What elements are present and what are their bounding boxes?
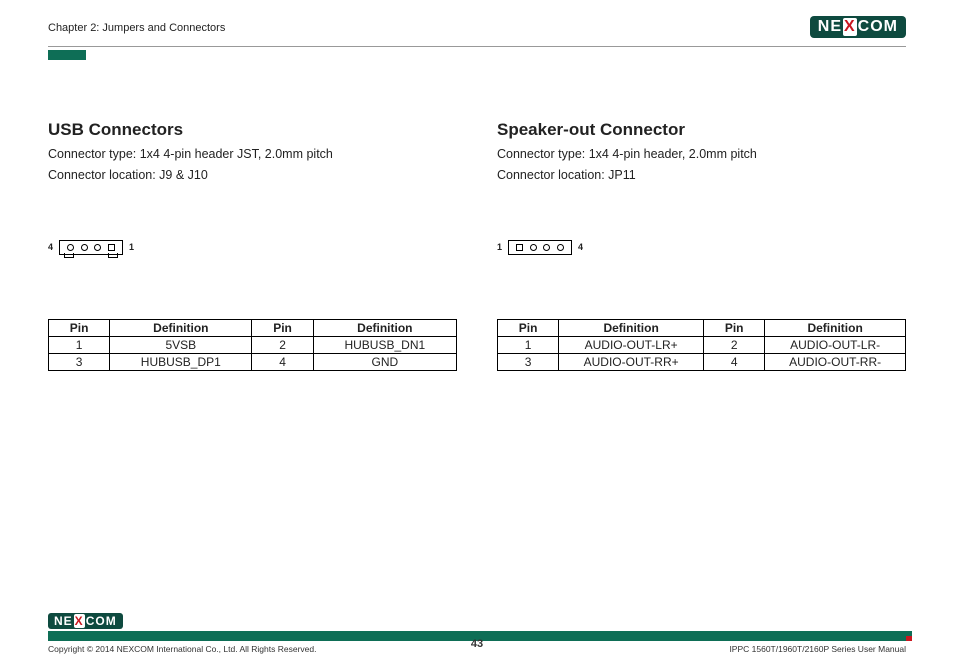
connector-box-icon xyxy=(508,240,572,255)
pin-icon xyxy=(530,244,537,251)
section-title: USB Connectors xyxy=(48,120,457,140)
th-pin: Pin xyxy=(252,319,313,336)
connector-box-icon xyxy=(59,240,123,255)
connector-type: Connector type: 1x4 4-pin header, 2.0mm … xyxy=(497,146,906,163)
table-row: 1 AUDIO-OUT-LR+ 2 AUDIO-OUT-LR- xyxy=(498,336,906,353)
th-def: Definition xyxy=(313,319,456,336)
cell: 1 xyxy=(498,336,559,353)
page-footer: NE X COM Copyright © 2014 NEXCOM Interna… xyxy=(48,613,906,654)
cell: 4 xyxy=(704,353,765,370)
pin-icon xyxy=(94,244,101,251)
pin-icon xyxy=(108,244,115,251)
header-accent-bar xyxy=(48,50,86,60)
cell: 3 xyxy=(498,353,559,370)
logo-text-right: COM xyxy=(86,614,117,628)
connector-diagram: 1 4 xyxy=(497,240,906,255)
cell: HUBUSB_DP1 xyxy=(110,353,252,370)
pin-definition-table: Pin Definition Pin Definition 1 AUDIO-OU… xyxy=(497,319,906,371)
cell: AUDIO-OUT-RR+ xyxy=(559,353,704,370)
table-header-row: Pin Definition Pin Definition xyxy=(49,319,457,336)
pin-icon xyxy=(67,244,74,251)
table-row: 3 AUDIO-OUT-RR+ 4 AUDIO-OUT-RR- xyxy=(498,353,906,370)
cell: AUDIO-OUT-LR+ xyxy=(559,336,704,353)
speaker-out-section: Speaker-out Connector Connector type: 1x… xyxy=(497,120,906,371)
logo-text-x: X xyxy=(74,614,85,628)
pin-label-left: 4 xyxy=(48,242,53,252)
table-row: 3 HUBUSB_DP1 4 GND xyxy=(49,353,457,370)
content-columns: USB Connectors Connector type: 1x4 4-pin… xyxy=(48,120,906,371)
page-number: 43 xyxy=(471,638,483,650)
section-title: Speaker-out Connector xyxy=(497,120,906,140)
th-def: Definition xyxy=(559,319,704,336)
pin-label-right: 1 xyxy=(129,242,134,252)
pin-icon xyxy=(557,244,564,251)
th-pin: Pin xyxy=(49,319,110,336)
connector-location: Connector location: J9 & J10 xyxy=(48,167,457,184)
cell: GND xyxy=(313,353,456,370)
logo-text-right: COM xyxy=(858,18,898,36)
logo-text-x: X xyxy=(843,18,857,36)
th-def: Definition xyxy=(110,319,252,336)
th-def: Definition xyxy=(765,319,906,336)
pin-label-right: 4 xyxy=(578,242,583,252)
th-pin: Pin xyxy=(704,319,765,336)
connector-location: Connector location: JP11 xyxy=(497,167,906,184)
pin-icon xyxy=(81,244,88,251)
cell: 1 xyxy=(49,336,110,353)
header-rule xyxy=(48,46,906,47)
cell: 2 xyxy=(252,336,313,353)
manual-title: IPPC 1560T/1960T/2160P Series User Manua… xyxy=(729,644,906,654)
cell: 5VSB xyxy=(110,336,252,353)
cell: 4 xyxy=(252,353,313,370)
cell: 2 xyxy=(704,336,765,353)
cell: HUBUSB_DN1 xyxy=(313,336,456,353)
table-row: 1 5VSB 2 HUBUSB_DN1 xyxy=(49,336,457,353)
pin-label-left: 1 xyxy=(497,242,502,252)
copyright-text: Copyright © 2014 NEXCOM International Co… xyxy=(48,644,316,654)
page-header: Chapter 2: Jumpers and Connectors NE X C… xyxy=(48,22,906,62)
usb-connectors-section: USB Connectors Connector type: 1x4 4-pin… xyxy=(48,120,457,371)
table-header-row: Pin Definition Pin Definition xyxy=(498,319,906,336)
pin-icon xyxy=(516,244,523,251)
pin-icon xyxy=(543,244,550,251)
logo-text-left: NE xyxy=(818,18,842,36)
connector-type: Connector type: 1x4 4-pin header JST, 2.… xyxy=(48,146,457,163)
cell: AUDIO-OUT-LR- xyxy=(765,336,906,353)
cell: 3 xyxy=(49,353,110,370)
brand-logo: NE X COM xyxy=(810,16,906,38)
chapter-label: Chapter 2: Jumpers and Connectors xyxy=(48,22,906,34)
pin-definition-table: Pin Definition Pin Definition 1 5VSB 2 H… xyxy=(48,319,457,371)
cell: AUDIO-OUT-RR- xyxy=(765,353,906,370)
connector-diagram: 4 1 xyxy=(48,240,457,255)
nexcom-logo-icon: NE X COM xyxy=(810,16,906,38)
logo-text-left: NE xyxy=(54,614,73,628)
th-pin: Pin xyxy=(498,319,559,336)
footer-logo-icon: NE X COM xyxy=(48,613,123,629)
